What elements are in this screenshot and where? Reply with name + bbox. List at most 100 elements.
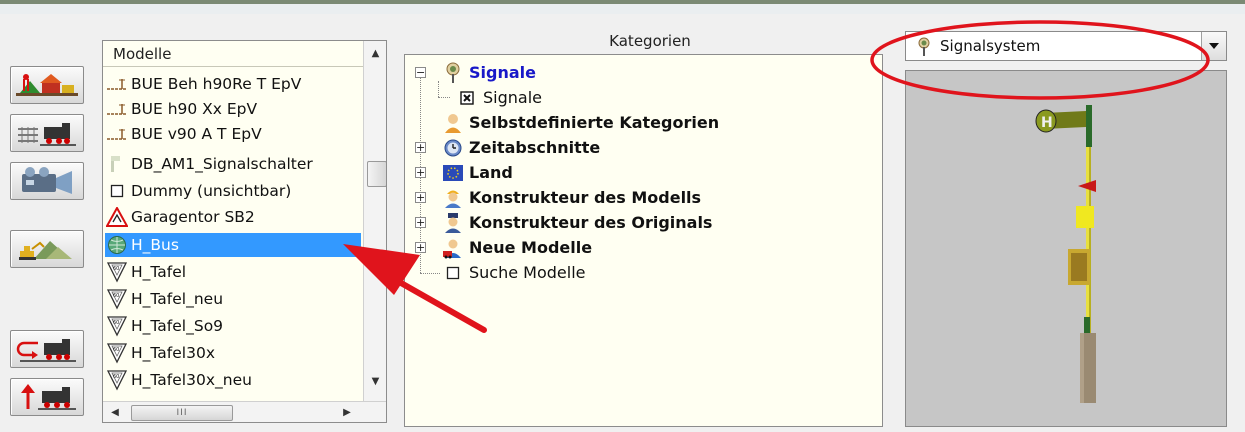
landscape-train-button[interactable] <box>10 66 84 104</box>
tree-node-konstrukteur-des-originals[interactable]: Konstrukteur des Originals <box>441 210 712 235</box>
list-item-label: H_Tafel30x <box>131 344 216 362</box>
landscape-train-icon <box>16 71 78 99</box>
list-item[interactable]: BUE v90 A T EpV <box>105 122 361 146</box>
svg-text:60: 60 <box>113 293 119 299</box>
tree-node-land[interactable]: Land <box>441 160 513 185</box>
scroll-down-icon[interactable]: ▼ <box>364 371 386 391</box>
globe-icon <box>105 234 129 256</box>
list-item[interactable]: 60 H_Tafel_So9 <box>105 314 361 338</box>
signal-system-dropdown[interactable]: Signalsystem <box>905 31 1227 61</box>
svg-text:60: 60 <box>113 374 119 380</box>
list-item[interactable]: 60 H_Tafel30x_neu <box>105 368 361 392</box>
svg-text:60: 60 <box>113 266 119 272</box>
svg-text:H: H <box>1041 115 1053 131</box>
list-item[interactable]: 60 H_Tafel <box>105 260 361 284</box>
signal-system-value: Signalsystem <box>940 37 1041 55</box>
signal-icon <box>441 62 465 84</box>
up-train-icon <box>16 383 78 411</box>
svg-text:60: 60 <box>113 347 119 353</box>
list-item-label: DB_AM1_Signalschalter <box>131 155 313 173</box>
tree-connector <box>438 97 450 98</box>
list-item-selected[interactable]: H_Bus <box>105 233 361 257</box>
list-item[interactable]: BUE h90 Xx EpV <box>105 97 361 121</box>
list-item-label: H_Tafel_So9 <box>131 317 224 335</box>
tree-node-label: Zeitabschnitte <box>469 138 601 157</box>
list-item-label: BUE h90 Xx EpV <box>131 100 258 118</box>
models-vertical-scrollbar[interactable]: ▲ ▼ <box>363 41 386 401</box>
list-item[interactable]: DB_AM1_Signalschalter <box>105 152 361 176</box>
list-item[interactable]: Garagentor SB2 <box>105 205 361 229</box>
signal-icon <box>914 37 934 57</box>
scroll-grip: III <box>176 408 188 418</box>
up-train-button[interactable] <box>10 378 84 416</box>
list-item[interactable]: 60 H_Tafel_neu <box>105 287 361 311</box>
track-train-button[interactable] <box>10 114 84 152</box>
svg-text:60: 60 <box>113 320 119 326</box>
list-item-label: H_Tafel30x_neu <box>131 371 252 389</box>
speed-sign-icon: 60 <box>105 261 129 283</box>
checkbox-icon <box>441 262 465 284</box>
crossing-icon <box>105 123 129 145</box>
tree-node-label: Selbstdefinierte Kategorien <box>469 113 720 132</box>
list-item[interactable]: 60 H_Tafel30x <box>105 341 361 365</box>
engineer-icon <box>441 212 465 234</box>
window-top-border <box>0 0 1245 14</box>
scroll-thumb[interactable] <box>367 161 386 187</box>
camera-icon <box>16 166 78 196</box>
list-item[interactable]: Dummy (unsichtbar) <box>105 179 361 203</box>
models-header[interactable]: Modelle <box>103 41 363 67</box>
chevron-down-icon[interactable] <box>1201 32 1226 60</box>
models-list[interactable]: Modelle BUE Beh h90Re T EpV BUE h90 Xx E… <box>102 40 387 423</box>
tree-node-label: Land <box>469 163 513 182</box>
camera-button[interactable] <box>10 162 84 200</box>
crossing-icon <box>105 98 129 120</box>
tree-node-suche-modelle[interactable]: Suche Modelle <box>441 260 586 285</box>
categories-title: Kategorien <box>609 32 691 50</box>
signal-model-image: H <box>1035 105 1096 403</box>
list-item-label: BUE Beh h90Re T EpV <box>131 75 302 93</box>
tree-node-label: Signale <box>483 88 542 107</box>
tree-node-label: Signale <box>469 63 536 82</box>
tree-node-label: Konstrukteur des Originals <box>469 213 713 232</box>
list-item-label: H_Bus <box>131 236 179 254</box>
scroll-left-icon[interactable]: ◀ <box>105 402 125 422</box>
tree-node-konstrukteur-des-modells[interactable]: Konstrukteur des Modells <box>441 185 701 210</box>
tree-node-neue-modelle[interactable]: Neue Modelle <box>441 235 592 260</box>
checkbox-checked-icon <box>455 87 479 109</box>
tree-node-selbstdefinierte-kategorien[interactable]: Selbstdefinierte Kategorien <box>441 110 719 135</box>
return-train-button[interactable] <box>10 330 84 368</box>
list-item-label: H_Tafel <box>131 263 187 281</box>
expand-toggle[interactable]: + <box>415 192 426 203</box>
left-toolbar <box>0 14 96 432</box>
tree-connector <box>420 273 440 274</box>
clock-icon <box>441 137 465 159</box>
new-models-icon <box>441 237 465 259</box>
scroll-up-icon[interactable]: ▲ <box>364 43 386 63</box>
tree-node-signale[interactable]: Signale <box>441 60 536 85</box>
track-train-icon <box>16 119 78 147</box>
scroll-right-icon[interactable]: ▶ <box>337 402 357 422</box>
warning-sign-icon <box>105 206 129 228</box>
expand-toggle[interactable]: + <box>415 167 426 178</box>
models-horizontal-scrollbar[interactable]: ◀ III ▶ <box>103 401 386 422</box>
list-item[interactable]: BUE Beh h90Re T EpV <box>105 72 361 96</box>
collapse-toggle[interactable]: − <box>415 67 426 78</box>
tree-node-zeitabschnitte[interactable]: Zeitabschnitte <box>441 135 600 160</box>
list-item-label: Garagentor SB2 <box>131 208 255 226</box>
categories-tree[interactable]: Signale − Signale Selbstdefinierte Kateg… <box>404 54 883 427</box>
person-icon <box>441 112 465 134</box>
excavator-terrain-button[interactable] <box>10 230 84 268</box>
tree-node-label: Neue Modelle <box>469 238 593 257</box>
speed-sign-icon: 60 <box>105 288 129 310</box>
builder-icon <box>441 187 465 209</box>
tree-node-signale-sub[interactable]: Signale <box>455 85 542 110</box>
scroll-thumb-horizontal[interactable]: III <box>131 405 233 421</box>
speed-sign-icon: 60 <box>105 369 129 391</box>
excavator-terrain-icon <box>16 235 78 263</box>
list-item-label: Dummy (unsichtbar) <box>131 182 292 200</box>
speed-sign-icon: 60 <box>105 342 129 364</box>
expand-toggle[interactable]: + <box>415 217 426 228</box>
tree-connector <box>438 81 439 97</box>
expand-toggle[interactable]: + <box>415 242 426 253</box>
expand-toggle[interactable]: + <box>415 142 426 153</box>
